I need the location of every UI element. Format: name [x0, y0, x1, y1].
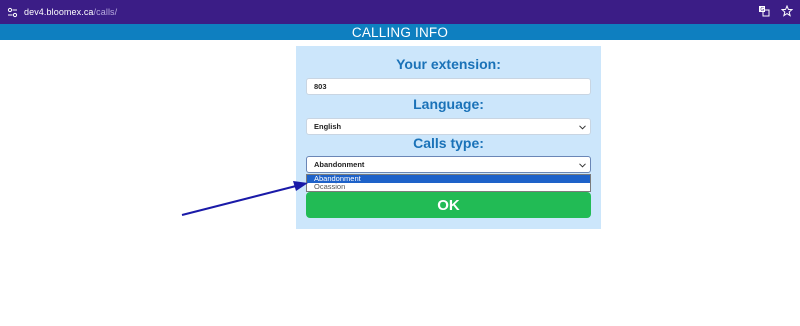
chevron-down-icon: [578, 123, 586, 131]
browser-address-bar: dev4.bloomex.ca/calls/ G: [0, 0, 800, 24]
calls-type-value: Abandonment: [314, 160, 365, 169]
translate-icon[interactable]: G: [757, 4, 771, 18]
extension-label: Your extension:: [396, 56, 501, 72]
calls-type-label: Calls type:: [413, 135, 484, 151]
calls-type-select[interactable]: Abandonment: [306, 156, 591, 173]
extension-input[interactable]: 803: [306, 78, 591, 95]
ok-button[interactable]: OK: [306, 192, 591, 218]
language-select[interactable]: English: [306, 118, 591, 135]
calls-type-dropdown: Abandonment Ocassion: [306, 174, 591, 192]
page-header: CALLING INFO: [0, 24, 800, 40]
dropdown-option-abandonment[interactable]: Abandonment: [307, 175, 590, 183]
language-label: Language:: [413, 96, 484, 112]
arrow-shaft: [181, 185, 297, 216]
url-host: dev4.bloomex.ca: [24, 7, 94, 17]
extension-value: 803: [314, 82, 327, 91]
chevron-down-icon: [578, 161, 586, 169]
page-title: CALLING INFO: [351, 24, 449, 40]
url-path: /calls/: [93, 7, 118, 17]
svg-text:G: G: [760, 7, 764, 13]
site-settings-icon[interactable]: [6, 6, 18, 18]
language-value: English: [314, 122, 342, 131]
url-text[interactable]: dev4.bloomex.ca/calls/: [24, 7, 117, 17]
dropdown-option-ocassion[interactable]: Ocassion: [307, 183, 590, 191]
bookmark-star-icon[interactable]: [780, 4, 794, 18]
